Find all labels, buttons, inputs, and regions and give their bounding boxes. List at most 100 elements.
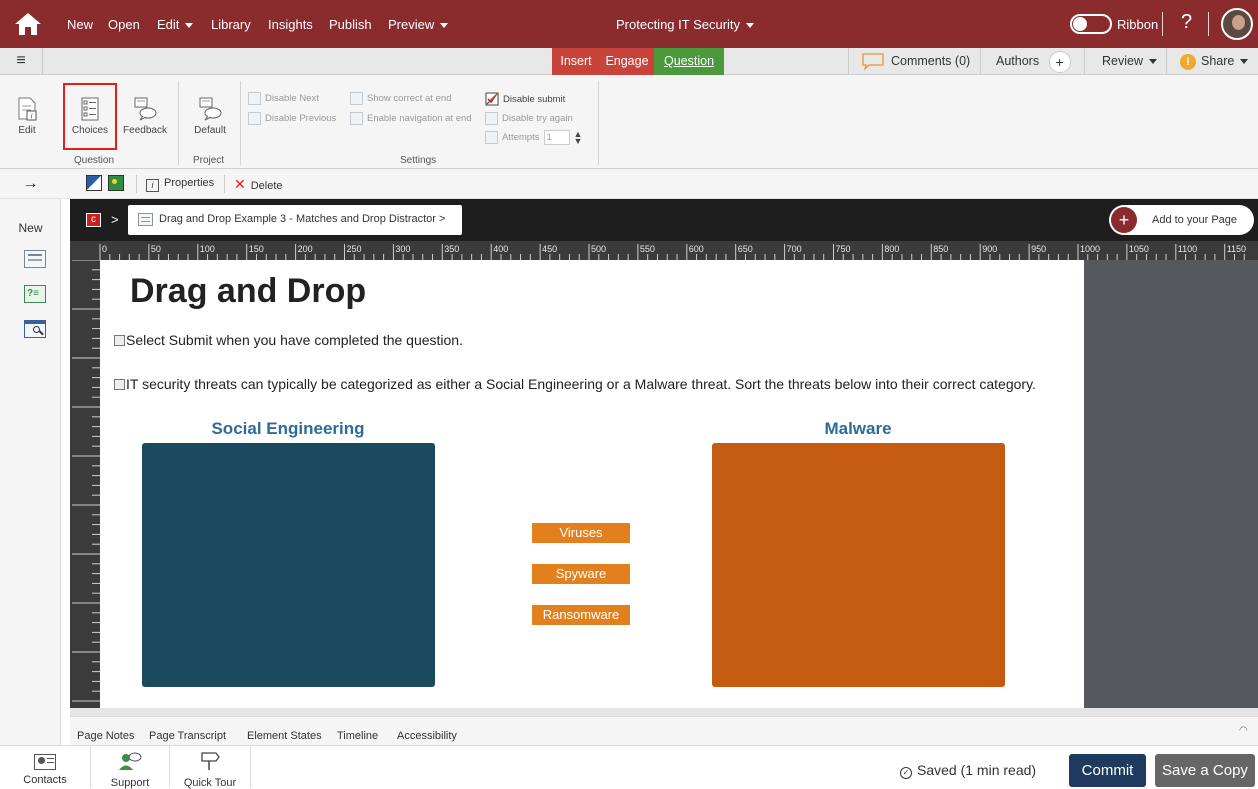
edit-label: Edit [18,125,36,136]
ruler-label: 950 [1031,244,1046,254]
home-icon[interactable] [14,11,42,37]
tab-insert[interactable]: Insert [552,48,600,75]
question-text[interactable]: IT security threats can typically be cat… [114,376,1036,392]
default-button[interactable]: Default [188,97,232,136]
project-title-dropdown[interactable]: Protecting IT Security [616,17,755,32]
disable-submit-icon [485,92,499,106]
ruler-label: 1100 [1178,244,1197,254]
choices-label: Choices [71,125,109,136]
group-label-question: Question [74,155,115,166]
stepper-icon[interactable]: ▲ ▼ [574,129,583,145]
tab-engage[interactable]: Engage [600,48,654,75]
retry-icon [485,112,498,125]
ruler-label: 0 [102,244,107,254]
drag-item-spyware[interactable]: Spyware [532,564,630,584]
collapse-panel-icon[interactable]: ◠ [1239,725,1248,736]
avatar[interactable] [1221,8,1253,40]
hash-icon [485,131,498,144]
menu-insights[interactable]: Insights [268,17,313,32]
page-canvas: Drag and Drop Select Submit when you hav… [100,260,1084,708]
breadcrumb-page-label: Drag and Drop Example 3 - Matches and Dr… [159,213,446,225]
disable-submit-toggle[interactable]: Disable submit [485,92,565,106]
ribbon-label: Ribbon [1117,17,1159,32]
menu-library[interactable]: Library [211,17,251,32]
page-title[interactable]: Drag and Drop [130,272,366,311]
authors-button[interactable]: Authors + [996,48,1071,75]
plus-icon: + [1111,207,1137,233]
menu-edit[interactable]: Edit [157,17,194,32]
arrow-right-icon[interactable]: → [0,169,61,199]
help-button[interactable]: ? [1181,11,1192,34]
contacts-button[interactable]: Contacts [0,746,90,788]
disable-previous-toggle[interactable]: Disable Previous [248,112,336,125]
review-button[interactable]: Review [1102,48,1157,75]
zone-label-malware: Malware [824,419,892,438]
left-rail: New ?≡ [0,199,61,745]
support-button[interactable]: Support [91,746,169,789]
drop-zone-malware[interactable] [712,443,1005,687]
tab-element-states[interactable]: Element States [247,730,322,742]
commit-button[interactable]: Commit [1069,754,1146,787]
delete-button[interactable]: ✕ Delete [234,176,283,193]
background-color-icon[interactable] [86,175,102,191]
show-correct-toggle[interactable]: Show correct at end [350,92,452,105]
ruler-label: 1000 [1080,244,1100,254]
chevron-down-icon [1149,59,1157,65]
question-block-icon[interactable]: ?≡ [24,285,46,303]
quick-tour-button[interactable]: Quick Tour [170,746,250,789]
ruler-vertical [70,260,100,708]
hamburger-icon[interactable]: ≡ [0,48,42,75]
disable-try-again-toggle[interactable]: Disable try again [485,112,573,125]
enable-navigation-toggle[interactable]: Enable navigation at end [350,112,472,125]
divider [136,175,137,193]
share-button[interactable]: ! Share [1180,48,1249,75]
properties-button[interactable]: i Properties [146,177,214,192]
signpost-icon [201,752,220,770]
ruler-label: 100 [200,244,215,254]
page-icon [138,213,153,226]
breadcrumb: c > Drag and Drop Example 3 - Matches an… [70,199,1258,241]
instruction-text[interactable]: Select Submit when you have completed th… [114,332,463,348]
canvas-gutter [1084,260,1258,708]
info-icon: i [146,179,159,192]
ruler-label: 450 [542,244,557,254]
divider [1162,12,1163,36]
ribbon-toggle[interactable] [1070,14,1112,34]
tab-question[interactable]: Question [654,48,724,75]
attempts-input[interactable]: 1 [543,130,570,145]
save-status: ✓ Saved (1 min read) [900,762,1036,779]
choices-button[interactable]: Choices [66,97,114,136]
menu-open[interactable]: Open [108,17,140,32]
menu-preview[interactable]: Preview [388,17,449,32]
comments-button[interactable]: Comments (0) [862,48,970,75]
drag-item-ransomware[interactable]: Ransomware [532,605,630,625]
text-block-icon[interactable] [24,250,46,268]
edit-button[interactable]: i Edit [14,97,40,136]
checkmark-box-icon [350,92,363,105]
course-icon[interactable]: c [86,213,101,227]
search-block-icon[interactable] [24,320,46,338]
divider [1208,12,1209,36]
ruler-label: 350 [444,244,459,254]
tab-accessibility[interactable]: Accessibility [397,730,457,742]
menu-publish[interactable]: Publish [329,17,372,32]
tab-timeline[interactable]: Timeline [337,730,378,742]
divider [42,48,43,75]
tab-page-notes[interactable]: Page Notes [77,730,134,742]
breadcrumb-page[interactable]: Drag and Drop Example 3 - Matches and Dr… [128,199,462,235]
new-label: New [18,221,43,235]
drag-item-viruses[interactable]: Viruses [532,523,630,543]
disable-next-toggle[interactable]: Disable Next [248,92,319,105]
drop-zone-social-engineering[interactable] [142,443,435,687]
disable-submit-label: Disable submit [503,93,566,105]
add-author-icon: + [1048,50,1071,73]
menu-new[interactable]: New [67,17,93,32]
divider [240,81,241,165]
instruction-label: Select Submit when you have completed th… [126,332,463,348]
save-copy-button[interactable]: Save a Copy [1155,754,1255,787]
tab-page-transcript[interactable]: Page Transcript [149,730,226,742]
add-to-page-button[interactable]: + Add to your Page [1109,205,1254,235]
image-icon[interactable] [108,175,124,191]
feedback-button[interactable]: Feedback [120,97,170,136]
divider [980,48,981,75]
